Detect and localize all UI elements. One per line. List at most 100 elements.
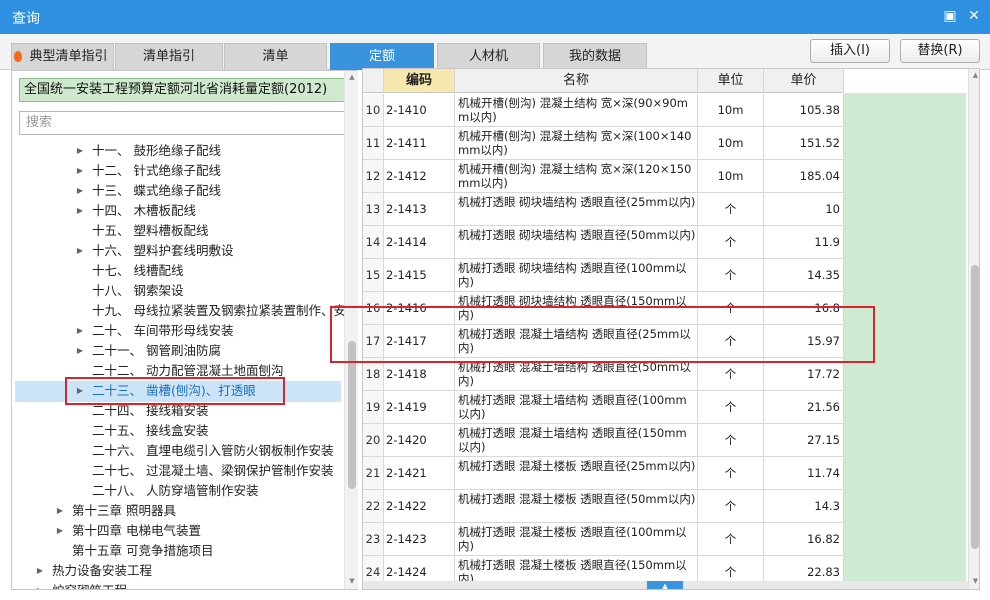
row-name: 机械开槽(刨沟) 混凝土结构 宽×深(90×90mm以内) xyxy=(455,94,698,126)
tree-scrollbar-thumb[interactable] xyxy=(348,341,356,489)
row-name: 机械打透眼 砌块墙结构 透眼直径(50mm以内) xyxy=(455,226,698,258)
scroll-up-icon[interactable]: ▲ xyxy=(969,71,979,79)
row-unit: 个 xyxy=(698,259,764,291)
column-header-code[interactable]: 编码 xyxy=(384,69,455,93)
table-row[interactable]: 12 2-1412 机械开槽(刨沟) 混凝土结构 宽×深(120×150mm以内) 1… xyxy=(363,160,844,193)
tree-item-label: 十六、 塑料护套线明敷设 xyxy=(92,243,234,258)
table-row[interactable]: 15 2-1415 机械打透眼 砌块墙结构 透眼直径(100mm以内) 个 14.35 xyxy=(363,259,844,292)
expand-arrow-icon[interactable]: ▶ xyxy=(75,141,85,161)
expand-arrow-icon[interactable]: ▶ xyxy=(75,161,85,181)
scroll-down-icon[interactable]: ▼ xyxy=(345,577,359,585)
tree-item-label: 十三、 蝶式绝缘子配线 xyxy=(92,183,221,198)
tree-item-label: 十一、 鼓形绝缘子配线 xyxy=(92,143,221,158)
row-number: 15 xyxy=(363,259,384,291)
tab-typical-bill-guide[interactable]: 典型清单指引 xyxy=(11,43,114,70)
tree-item[interactable]: ▶ 十三、 蝶式绝缘子配线 xyxy=(12,181,345,201)
table-row[interactable]: 21 2-1421 机械打透眼 混凝土楼板 透眼直径(25mm以内) 个 11.74 xyxy=(363,457,844,490)
chapter-tree: ▶ 十一、 鼓形绝缘子配线 ▶ 十二、 针式绝缘子配线 ▶ 十三、 蝶式绝缘子配线 ▶ 十四、… xyxy=(12,141,345,589)
table-row[interactable]: 22 2-1422 机械打透眼 混凝土楼板 透眼直径(50mm以内) 个 14.3 xyxy=(363,490,844,523)
tree-item[interactable]: ▶ 第十三章 照明器具 xyxy=(12,501,345,521)
row-price: 21.56 xyxy=(764,391,844,423)
tree-item[interactable]: 第十五章 可竞争措施项目 xyxy=(12,541,345,561)
tree-item[interactable]: 二十五、 接线盒安装 xyxy=(12,421,345,441)
quota-library-select[interactable]: 全国统一安装工程预算定额河北省消耗量定额(2012) ▼ xyxy=(19,78,355,102)
expand-arrow-icon[interactable]: ▶ xyxy=(75,341,85,361)
tree-item[interactable]: ▶ 二十一、 钢管刷油防腐 xyxy=(12,341,345,361)
tab-my-data[interactable]: 我的数据 xyxy=(543,43,647,70)
row-name: 机械打透眼 砌块墙结构 透眼直径(100mm以内) xyxy=(455,259,698,291)
expand-arrow-icon[interactable]: ▶ xyxy=(35,581,45,589)
quota-tree-panel: 全国统一安装工程预算定额河北省消耗量定额(2012) ▼ 搜索 ▶ 十一、 鼓形绝… xyxy=(11,70,358,590)
scroll-up-icon[interactable]: ▲ xyxy=(345,73,359,81)
tree-item[interactable]: 十五、 塑料槽板配线 xyxy=(12,221,345,241)
tab-labor-material-machine[interactable]: 人材机 xyxy=(437,43,540,70)
column-header-price[interactable]: 单价 xyxy=(764,69,844,93)
panel-splitter[interactable]: ▲ xyxy=(363,581,968,589)
tree-item-label: 第十五章 可竞争措施项目 xyxy=(72,543,214,558)
expand-arrow-icon[interactable]: ▶ xyxy=(35,561,45,581)
table-row[interactable]: 19 2-1419 机械打透眼 混凝土墙结构 透眼直径(100mm以内) 个 21.56 xyxy=(363,391,844,424)
row-name: 机械打透眼 混凝土楼板 透眼直径(50mm以内) xyxy=(455,490,698,522)
restore-window-icon[interactable]: ▣ xyxy=(942,8,958,24)
tab-quota[interactable]: 定额 xyxy=(330,43,434,70)
row-number: 23 xyxy=(363,523,384,555)
table-row[interactable]: 10 2-1410 机械开槽(刨沟) 混凝土结构 宽×深(90×90mm以内) 10m… xyxy=(363,94,844,127)
chevron-up-icon[interactable]: ▲ xyxy=(647,581,683,589)
row-code: 2-1420 xyxy=(384,424,455,456)
tree-item[interactable]: ▶ 热力设备安装工程 xyxy=(12,561,345,581)
table-row[interactable]: 23 2-1423 机械打透眼 混凝土楼板 透眼直径(100mm以内) 个 16.82 xyxy=(363,523,844,556)
tree-item[interactable]: 十九、 母线拉紧装置及钢索拉紧装置制作、安装 xyxy=(12,301,345,321)
row-price: 27.15 xyxy=(764,424,844,456)
tab-bar: 典型清单指引 清单指引 清单 定额 人材机 我的数据 插入(I) 替换(R) xyxy=(0,34,990,70)
tab-bill[interactable]: 清单 xyxy=(224,43,327,70)
table-row[interactable]: 20 2-1420 机械打透眼 混凝土墙结构 透眼直径(150mm以内) 个 27.15 xyxy=(363,424,844,457)
tree-item-label: 二十六、 直埋电缆引入管防火钢板制作安装 xyxy=(92,443,334,458)
tree-item[interactable]: ▶ 十二、 针式绝缘子配线 xyxy=(12,161,345,181)
expand-arrow-icon[interactable]: ▶ xyxy=(75,201,85,221)
insert-button[interactable]: 插入(I) xyxy=(810,39,890,63)
row-unit: 10m xyxy=(698,160,764,192)
column-header-unit[interactable]: 单位 xyxy=(698,69,764,93)
row-price: 105.38 xyxy=(764,94,844,126)
row-number: 10 xyxy=(363,94,384,126)
tree-item[interactable]: ▶ 第十四章 电梯电气装置 xyxy=(12,521,345,541)
row-code: 2-1411 xyxy=(384,127,455,159)
row-name: 机械打透眼 混凝土墙结构 透眼直径(150mm以内) xyxy=(455,424,698,456)
tree-item[interactable]: ▶ 炉窑砌筑工程 xyxy=(12,581,345,589)
tree-item[interactable]: 二十七、 过混凝土墙、梁钢保护管制作安装 xyxy=(12,461,345,481)
search-input[interactable]: 搜索 xyxy=(19,111,355,135)
row-code: 2-1422 xyxy=(384,490,455,522)
row-number: 14 xyxy=(363,226,384,258)
tree-item[interactable]: ▶ 二十、 车间带形母线安装 xyxy=(12,321,345,341)
tree-item[interactable]: ▶ 十四、 木槽板配线 xyxy=(12,201,345,221)
tree-item[interactable]: 二十八、 人防穿墙管制作安装 xyxy=(12,481,345,501)
tree-item-label: 十五、 塑料槽板配线 xyxy=(92,223,209,238)
row-name: 机械开槽(刨沟) 混凝土结构 宽×深(120×150mm以内) xyxy=(455,160,698,192)
tree-item-label: 十七、 线槽配线 xyxy=(92,263,184,278)
table-row[interactable]: 11 2-1411 机械开槽(刨沟) 混凝土结构 宽×深(100×140mm以内) 1… xyxy=(363,127,844,160)
row-unit: 个 xyxy=(698,424,764,456)
tree-item-label: 二十一、 钢管刷油防腐 xyxy=(92,343,221,358)
tree-item[interactable]: 十七、 线槽配线 xyxy=(12,261,345,281)
expand-arrow-icon[interactable]: ▶ xyxy=(55,521,65,541)
scroll-down-icon[interactable]: ▼ xyxy=(969,577,979,585)
table-scrollbar-thumb[interactable] xyxy=(971,265,979,549)
tree-item-label: 第十四章 电梯电气装置 xyxy=(72,523,201,538)
expand-arrow-icon[interactable]: ▶ xyxy=(55,501,65,521)
table-row[interactable]: 13 2-1413 机械打透眼 砌块墙结构 透眼直径(25mm以内) 个 10 xyxy=(363,193,844,226)
table-scrollbar[interactable]: ▲ ▼ xyxy=(968,69,979,589)
row-number: 12 xyxy=(363,160,384,192)
tree-item[interactable]: 十八、 钢索架设 xyxy=(12,281,345,301)
close-window-icon[interactable]: ✕ xyxy=(966,8,982,24)
tree-item[interactable]: ▶ 十六、 塑料护套线明敷设 xyxy=(12,241,345,261)
tree-item[interactable]: 二十六、 直埋电缆引入管防火钢板制作安装 xyxy=(12,441,345,461)
expand-arrow-icon[interactable]: ▶ xyxy=(75,321,85,341)
replace-button[interactable]: 替换(R) xyxy=(900,39,980,63)
row-unit: 个 xyxy=(698,490,764,522)
expand-arrow-icon[interactable]: ▶ xyxy=(75,181,85,201)
expand-arrow-icon[interactable]: ▶ xyxy=(75,241,85,261)
column-header-name[interactable]: 名称 xyxy=(455,69,698,93)
tree-item[interactable]: ▶ 十一、 鼓形绝缘子配线 xyxy=(12,141,345,161)
table-row[interactable]: 14 2-1414 机械打透眼 砌块墙结构 透眼直径(50mm以内) 个 11.9 xyxy=(363,226,844,259)
tab-bill-guide[interactable]: 清单指引 xyxy=(115,43,223,70)
